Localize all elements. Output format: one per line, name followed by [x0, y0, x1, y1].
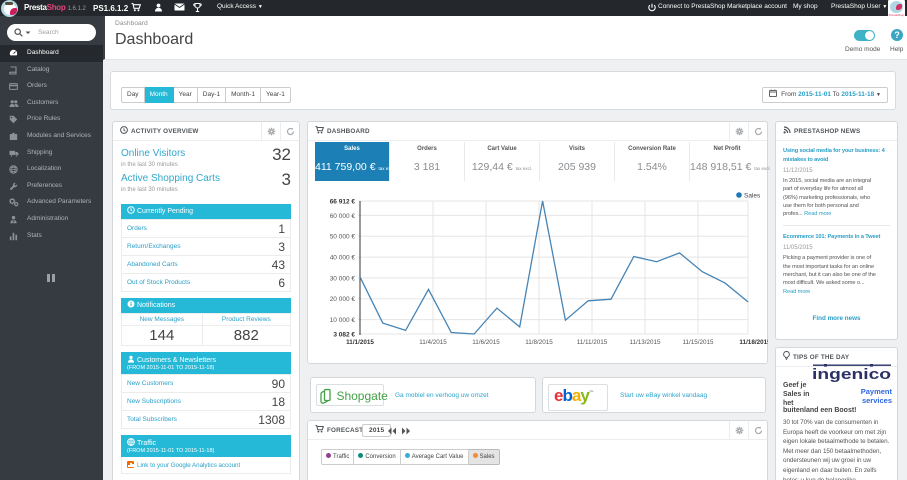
svg-text:11/8/2015: 11/8/2015 [525, 339, 553, 346]
svg-text:50 000 €: 50 000 € [330, 234, 356, 241]
svg-text:10 000 €: 10 000 € [330, 317, 356, 324]
svg-text:30 000 €: 30 000 € [330, 275, 356, 282]
svg-text:11/4/2015: 11/4/2015 [419, 339, 447, 346]
svg-text:60 000 €: 60 000 € [330, 213, 356, 220]
svg-text:40 000 €: 40 000 € [330, 255, 356, 262]
svg-text:3 082 €: 3 082 € [333, 332, 355, 339]
svg-text:20 000 €: 20 000 € [330, 296, 356, 303]
svg-text:Sales: Sales [744, 193, 761, 200]
svg-text:11/18/2015: 11/18/2015 [739, 339, 768, 346]
svg-text:11/13/2015: 11/13/2015 [629, 339, 661, 346]
svg-text:ingenico: ingenico [812, 366, 891, 382]
svg-text:11/11/2015: 11/11/2015 [577, 339, 608, 346]
svg-text:11/6/2015: 11/6/2015 [472, 339, 500, 346]
svg-text:66 912 €: 66 912 € [330, 199, 356, 206]
svg-text:11/15/2015: 11/15/2015 [682, 339, 714, 346]
svg-text:11/1/2015: 11/1/2015 [346, 339, 374, 346]
